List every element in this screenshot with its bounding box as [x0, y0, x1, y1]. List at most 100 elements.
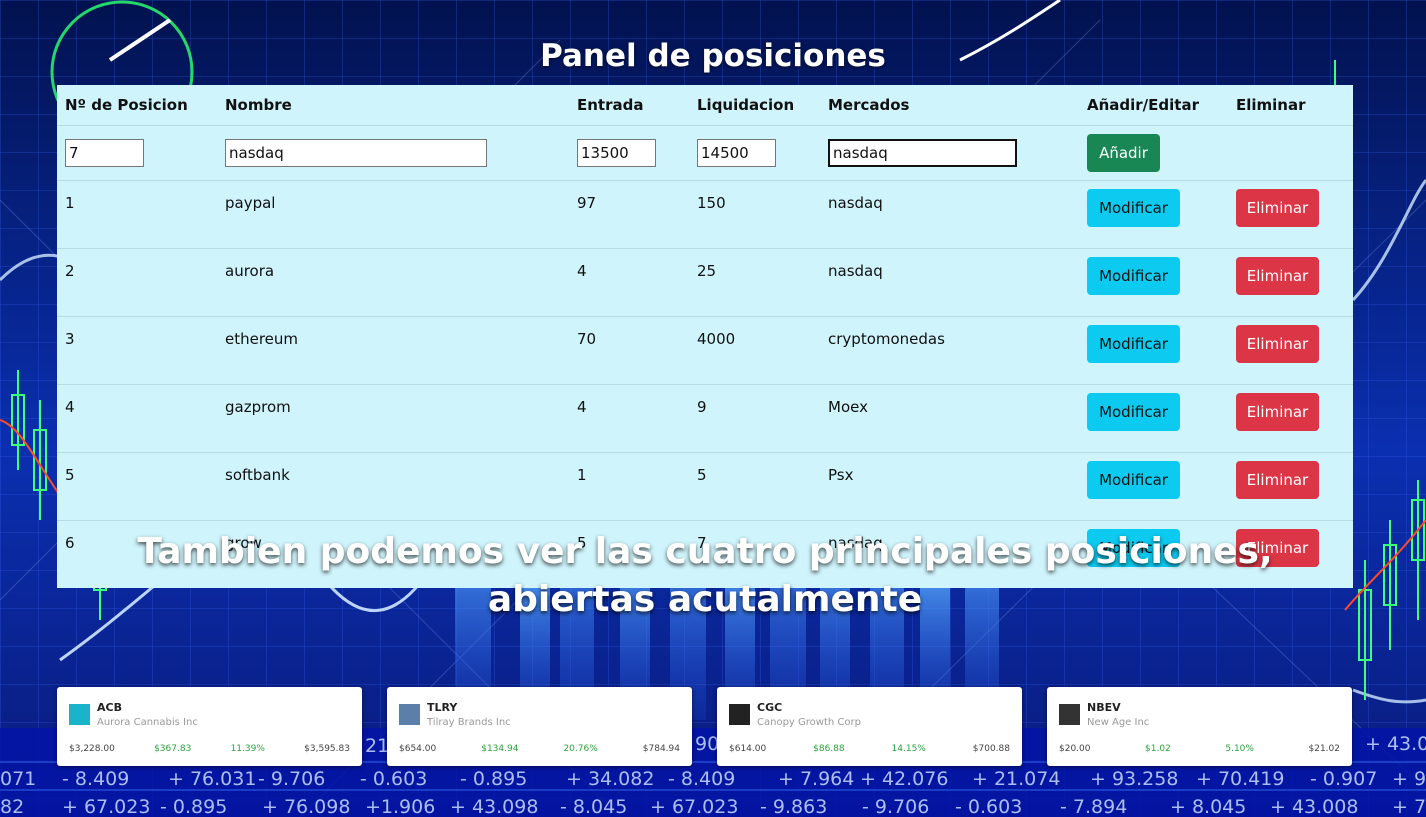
table-row: 2 aurora 4 25 nasdaq Modificar Eliminar: [57, 248, 1353, 317]
ticker-stat-percent: 11.39%: [230, 744, 265, 754]
table-row: 4 gazprom 4 9 Moex Modificar Eliminar: [57, 384, 1353, 453]
ticker-stat-gain: $134.94: [481, 744, 519, 754]
cell-nombre: aurora: [217, 248, 569, 317]
ticker-stat-gain: $1.02: [1145, 744, 1171, 754]
header-entrada: Entrada: [569, 85, 689, 126]
nombre-input[interactable]: [225, 139, 487, 167]
ticker-symbol: ACB: [97, 701, 122, 714]
cell-mercado: Psx: [820, 452, 1079, 521]
cell-liquidacion: 9: [689, 384, 820, 453]
ticker-card[interactable]: ACB Aurora Cannabis Inc $3,228.00 $367.83 11…: [57, 687, 362, 766]
table-row: 1 paypal 97 150 nasdaq Modificar Eliminar: [57, 180, 1353, 249]
ticker-stats: $20.00 $1.02 5.10% $21.02: [1059, 744, 1340, 754]
modify-button[interactable]: Modificar: [1087, 461, 1180, 499]
ticker-stat-percent: 14.15%: [891, 744, 926, 754]
header-eliminar: Eliminar: [1228, 85, 1353, 126]
cell-nombre: gazprom: [217, 384, 569, 453]
modify-button[interactable]: Modificar: [1087, 325, 1180, 363]
cell-mercado: cryptomonedas: [820, 316, 1079, 385]
ticker-card[interactable]: TLRY Tilray Brands Inc $654.00 $134.94 20.76…: [387, 687, 692, 766]
ticker-logo-icon: [69, 704, 90, 725]
cell-nombre: ethereum: [217, 316, 569, 385]
ticker-stat-cost: $614.00: [729, 744, 767, 754]
table-row: 5 softbank 1 5 Psx Modificar Eliminar: [57, 452, 1353, 521]
ticker-company: Aurora Cannabis Inc: [97, 717, 198, 728]
modify-button[interactable]: Modificar: [1087, 189, 1180, 227]
ticker-symbol: NBEV: [1087, 701, 1121, 714]
cell-modify: Modificar: [1079, 384, 1228, 453]
section-subheading: Tambien podemos ver las cuatro principal…: [137, 531, 1273, 620]
cell-mercado: nasdaq: [820, 180, 1079, 249]
ticker-logo-icon: [399, 704, 420, 725]
ticker-stats: $614.00 $86.88 14.15% $700.88: [729, 744, 1010, 754]
ticker-symbol: CGC: [757, 701, 783, 714]
ticker-company: New Age Inc: [1087, 717, 1150, 728]
cell-entrada: 97: [569, 180, 689, 249]
cell-liquidacion: 5: [689, 452, 820, 521]
add-button[interactable]: Añadir: [1087, 134, 1160, 172]
cell-numero: 2: [57, 248, 217, 317]
ticker-logo-icon: [1059, 704, 1080, 725]
cell-entrada: 4: [569, 384, 689, 453]
cell-liquidacion: 25: [689, 248, 820, 317]
ticker-card[interactable]: CGC Canopy Growth Corp $614.00 $86.88 14.15%…: [717, 687, 1022, 766]
delete-button[interactable]: Eliminar: [1236, 461, 1319, 499]
cell-mercado: Moex: [820, 384, 1079, 453]
positions-table: Nº de Posicion Nombre Entrada Liquidacio…: [57, 85, 1353, 588]
cell-modify: Modificar: [1079, 180, 1228, 249]
table-row: 3 ethereum 70 4000 cryptomonedas Modificar Eli…: [57, 316, 1353, 385]
ticker-stat-gain: $367.83: [154, 744, 192, 754]
cell-entrada: 1: [569, 452, 689, 521]
cell-entrada: 4: [569, 248, 689, 317]
cell-delete: Eliminar: [1228, 180, 1353, 249]
cell-modify: Modificar: [1079, 452, 1228, 521]
ticker-card[interactable]: NBEV New Age Inc $20.00 $1.02 5.10% $21.02: [1047, 687, 1352, 766]
ticker-stat-gain: $86.88: [813, 744, 845, 754]
delete-button[interactable]: Eliminar: [1236, 393, 1319, 431]
cell-liquidacion: 150: [689, 180, 820, 249]
ticker-stat-value: $3,595.83: [304, 744, 350, 754]
numero-input[interactable]: [65, 139, 144, 167]
cell-delete: Eliminar: [1228, 452, 1353, 521]
cell-numero: 3: [57, 316, 217, 385]
liquidacion-input[interactable]: [697, 139, 776, 167]
ticker-company: Canopy Growth Corp: [757, 717, 861, 728]
delete-button[interactable]: Eliminar: [1236, 325, 1319, 363]
cell-numero: 5: [57, 452, 217, 521]
delete-button[interactable]: Eliminar: [1236, 189, 1319, 227]
cell-entrada: 70: [569, 316, 689, 385]
modify-button[interactable]: Modificar: [1087, 257, 1180, 295]
page-title: Panel de posiciones: [540, 38, 886, 74]
modify-button[interactable]: Modificar: [1087, 393, 1180, 431]
ticker-stat-cost: $20.00: [1059, 744, 1091, 754]
table-header-row: Nº de Posicion Nombre Entrada Liquidacio…: [57, 85, 1353, 126]
ticker-logo-icon: [729, 704, 750, 725]
ticker-stats: $3,228.00 $367.83 11.39% $3,595.83: [69, 744, 350, 754]
cell-numero: 1: [57, 180, 217, 249]
cell-nombre: softbank: [217, 452, 569, 521]
cell-nombre: paypal: [217, 180, 569, 249]
cell-delete: Eliminar: [1228, 384, 1353, 453]
entrada-input[interactable]: [577, 139, 656, 167]
header-nombre: Nombre: [217, 85, 569, 126]
ticker-stat-cost: $3,228.00: [69, 744, 115, 754]
ticker-stats: $654.00 $134.94 20.76% $784.94: [399, 744, 680, 754]
ticker-stat-value: $700.88: [972, 744, 1010, 754]
cell-liquidacion: 4000: [689, 316, 820, 385]
cell-delete: Eliminar: [1228, 248, 1353, 317]
ticker-stat-percent: 20.76%: [563, 744, 598, 754]
ticker-symbol: TLRY: [427, 701, 458, 714]
ticker-stat-value: $21.02: [1308, 744, 1341, 754]
cell-modify: Modificar: [1079, 248, 1228, 317]
delete-button[interactable]: Eliminar: [1236, 257, 1319, 295]
new-position-row: Añadir: [57, 125, 1353, 181]
ticker-stat-cost: $654.00: [399, 744, 437, 754]
ticker-stat-percent: 5.10%: [1225, 744, 1254, 754]
empty-cell: [1228, 125, 1353, 181]
header-anadir-editar: Añadir/Editar: [1079, 85, 1228, 126]
header-mercados: Mercados: [820, 85, 1079, 126]
ticker-company: Tilray Brands Inc: [427, 717, 511, 728]
cell-mercado: nasdaq: [820, 248, 1079, 317]
cell-delete: Eliminar: [1228, 316, 1353, 385]
mercado-input[interactable]: [828, 139, 1017, 167]
